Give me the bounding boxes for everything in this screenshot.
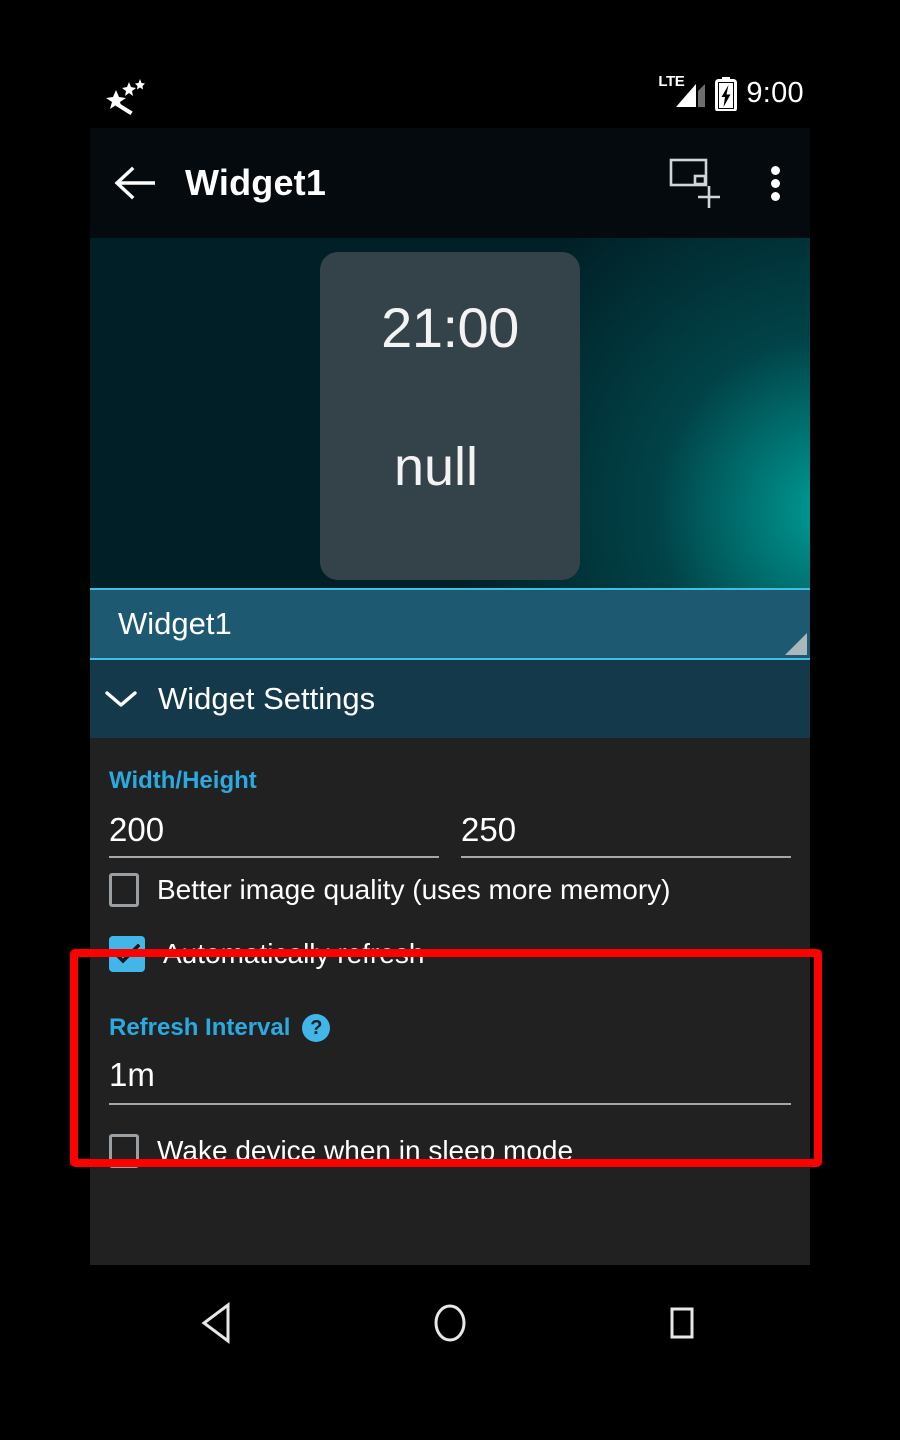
refresh-interval-value: 1m — [109, 1055, 155, 1093]
device-screen: LTE 9:00 Widget1 21:00 null Widget1 Widg… — [70, 60, 822, 1268]
nav-recents-button[interactable] — [640, 1283, 720, 1363]
refresh-interval-label-text: Refresh Interval — [109, 1013, 291, 1041]
status-bar: LTE 9:00 — [90, 60, 810, 128]
nav-recents-icon — [670, 1307, 694, 1338]
nav-back-button[interactable] — [180, 1283, 260, 1363]
dimensions-row: 200 250 — [90, 811, 810, 858]
dimensions-section-label: Width/Height — [109, 739, 810, 795]
status-clock: 9:00 — [746, 76, 804, 109]
height-value: 250 — [461, 811, 517, 848]
signal-bars-icon: LTE — [658, 73, 706, 115]
wake-device-row[interactable]: Wake device when in sleep mode — [90, 1119, 810, 1183]
better-image-quality-row[interactable]: Better image quality (uses more memory) — [90, 858, 810, 922]
chevron-down-icon[interactable] — [90, 688, 152, 710]
back-arrow-icon — [114, 166, 155, 200]
app-bar: Widget1 — [90, 128, 810, 238]
widget-settings-header[interactable]: Widget Settings — [90, 660, 810, 738]
settings-body: Width/Height 200 250 Better image qualit… — [70, 738, 822, 1268]
widget-preview-card[interactable]: 21:00 null — [320, 252, 580, 580]
overflow-dot — [770, 165, 780, 175]
nav-home-icon — [434, 1304, 466, 1341]
add-widget-icon — [669, 158, 720, 208]
checkmark-icon — [114, 943, 140, 964]
overflow-dot — [770, 191, 780, 201]
automatically-refresh-row[interactable]: Automatically refresh — [90, 922, 810, 986]
page-title: Widget1 — [185, 162, 327, 203]
nav-back-icon — [201, 1301, 230, 1344]
height-input[interactable]: 250 — [461, 811, 791, 858]
width-input[interactable]: 200 — [109, 811, 439, 858]
widget-subtext: null — [393, 437, 479, 497]
automatically-refresh-checkbox[interactable] — [109, 935, 145, 972]
overflow-dot — [770, 178, 780, 188]
status-icons-group: LTE 9:00 — [658, 60, 804, 128]
add-widget-button[interactable] — [654, 128, 740, 238]
battery-charging-icon — [715, 77, 738, 111]
widget-preview-area[interactable]: 21:00 null — [90, 238, 810, 588]
widget-time-text: 21:00 — [381, 296, 519, 359]
automatically-refresh-label: Automatically refresh — [163, 937, 425, 969]
resize-handle-icon[interactable] — [785, 633, 807, 655]
width-value: 200 — [109, 811, 165, 848]
selected-widget-bar[interactable]: Widget1 — [90, 588, 810, 660]
refresh-interval-input[interactable]: 1m — [109, 1056, 791, 1105]
phone-frame: LTE 9:00 Widget1 21:00 null Widget1 Widg… — [0, 0, 900, 1440]
refresh-interval-section-label: Refresh Interval ? — [109, 986, 810, 1042]
nav-home-button[interactable] — [410, 1283, 490, 1363]
overflow-menu-icon — [770, 162, 780, 205]
back-button[interactable] — [90, 128, 182, 238]
widget-settings-title: Widget Settings — [158, 681, 376, 716]
dimensions-label-text: Width/Height — [109, 767, 257, 794]
wake-device-checkbox[interactable] — [109, 1133, 139, 1168]
better-image-quality-label: Better image quality (uses more memory) — [157, 873, 671, 905]
overflow-menu-button[interactable] — [740, 128, 810, 238]
selected-widget-label: Widget1 — [118, 606, 232, 641]
magic-wand-icon — [102, 76, 148, 116]
wake-device-label: Wake device when in sleep mode — [157, 1134, 574, 1166]
system-nav-bar — [0, 1265, 900, 1380]
help-icon[interactable]: ? — [302, 1013, 331, 1042]
better-image-quality-checkbox[interactable] — [109, 872, 139, 907]
